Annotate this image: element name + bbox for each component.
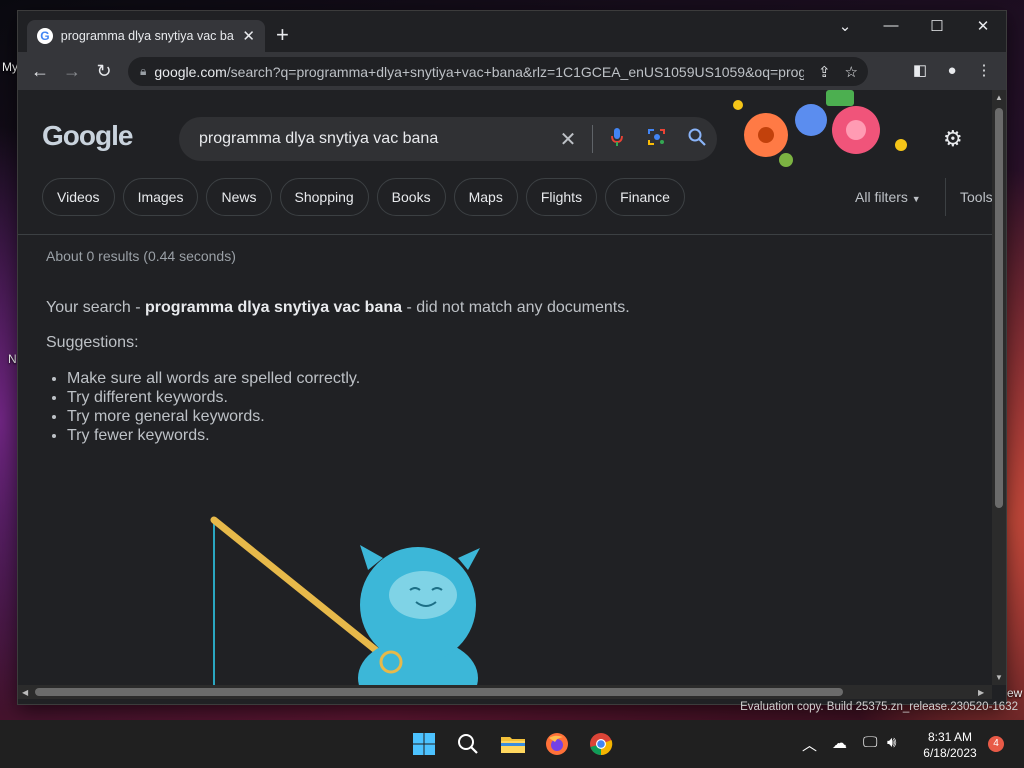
clear-search-button[interactable]: ✕: [548, 127, 588, 152]
clock-date: 6/18/2023: [923, 746, 977, 760]
search-submit-button[interactable]: [677, 127, 717, 152]
side-panel-button[interactable]: ◧: [908, 60, 932, 82]
volume-icon[interactable]: 🔊︎: [887, 734, 896, 751]
windows-start-button[interactable]: [409, 729, 439, 759]
chip-maps[interactable]: Maps: [453, 178, 518, 216]
network-icon[interactable]: 🖵︎: [863, 734, 877, 751]
chrome-button[interactable]: [586, 729, 616, 759]
chip-books[interactable]: Books: [376, 178, 446, 216]
list-item: Try different keywords.: [67, 388, 360, 407]
chrome-window: G programma dlya snytiya vac bana - Goog…: [18, 11, 1006, 704]
close-window-button[interactable]: ✕: [968, 17, 998, 35]
list-item: Try more general keywords.: [67, 407, 360, 426]
taskbar-search-icon: [458, 734, 478, 754]
doodle-flowers-decoration[interactable]: [726, 90, 926, 170]
lock-icon[interactable]: 🔒︎: [140, 64, 146, 79]
firefox-button[interactable]: [542, 729, 572, 759]
no-results-query: programma dlya snytiya vac bana: [145, 299, 403, 316]
reload-button[interactable]: ↻: [92, 60, 116, 82]
share-icon[interactable]: ⇪: [818, 63, 831, 81]
search-box[interactable]: programma dlya snytiya vac bana ✕: [179, 117, 717, 161]
all-filters-label: All filters: [855, 189, 908, 205]
search-input[interactable]: programma dlya snytiya vac bana: [199, 130, 548, 148]
scroll-right-arrow-icon[interactable]: ▶: [978, 688, 984, 697]
chip-shopping[interactable]: Shopping: [279, 178, 369, 216]
scroll-down-arrow-icon[interactable]: ▼: [995, 673, 1003, 682]
search-box-divider: [592, 125, 593, 153]
google-logo-doodle[interactable]: Google: [42, 120, 133, 152]
no-results-prefix: Your search -: [46, 299, 146, 316]
file-explorer-icon: [501, 737, 525, 753]
scroll-up-arrow-icon[interactable]: ▲: [995, 93, 1003, 102]
no-results-message: Your search - programma dlya snytiya vac…: [46, 299, 630, 317]
notification-badge[interactable]: 4: [988, 736, 1004, 752]
voice-search-button[interactable]: [597, 127, 637, 152]
lens-search-button[interactable]: [637, 127, 677, 152]
all-filters-button[interactable]: All filters ▼: [855, 189, 921, 205]
profile-button[interactable]: ●: [940, 60, 964, 82]
chip-videos[interactable]: Videos: [42, 178, 115, 216]
chrome-icon: [590, 733, 613, 756]
file-explorer-button[interactable]: [498, 729, 528, 759]
google-favicon-icon: G: [37, 28, 53, 44]
list-item: Make sure all words are spelled correctl…: [67, 369, 360, 388]
tab-search-chevron-down-icon[interactable]: ⌄: [830, 17, 860, 35]
horizontal-scroll-thumb[interactable]: [35, 688, 843, 696]
url-path: /search?q=programma+dlya+snytiya+vac+ban…: [226, 63, 804, 80]
no-results-suffix: - did not match any documents.: [402, 299, 630, 316]
tray-chevron-up-icon[interactable]: ︿: [802, 734, 817, 755]
result-stats: About 0 results (0.44 seconds): [46, 248, 236, 264]
url-host: google.com: [154, 63, 227, 80]
clock-time: 8:31 AM: [927, 730, 973, 744]
firefox-icon: [546, 733, 568, 755]
vertical-scrollbar[interactable]: ▲ ▼: [992, 90, 1006, 685]
page-content: Google programma dlya snytiya vac bana ✕…: [18, 90, 992, 685]
taskbar-clock[interactable]: 8:31 AM 6/18/2023: [915, 729, 985, 761]
settings-gear-icon[interactable]: ⚙: [943, 126, 963, 152]
caret-down-icon: ▼: [911, 194, 921, 204]
scroll-left-arrow-icon[interactable]: ◀: [22, 688, 28, 697]
evaluation-watermark: Evaluation copy. Build 25375.zn_release.…: [740, 701, 1018, 713]
horizontal-scrollbar[interactable]: ◀ ▶: [18, 685, 992, 699]
back-button[interactable]: ←: [28, 60, 52, 82]
tab-google-search[interactable]: G programma dlya snytiya vac bana - Goog…: [27, 20, 265, 52]
search-filter-chips: Videos Images News Shopping Books Maps F…: [42, 178, 685, 216]
chip-images[interactable]: Images: [122, 178, 199, 216]
chip-flights[interactable]: Flights: [525, 178, 598, 216]
chip-news[interactable]: News: [206, 178, 272, 216]
tab-strip: G programma dlya snytiya vac bana - Goog…: [18, 11, 1006, 52]
header-divider: [18, 234, 992, 235]
close-tab-icon[interactable]: ✕: [242, 27, 255, 45]
desktop-icon-label[interactable]: ew: [1007, 686, 1022, 700]
windows-start-icon: [413, 733, 435, 755]
fishing-monster-illustration: [210, 516, 480, 685]
desktop-icon-label[interactable]: My: [2, 60, 18, 74]
address-bar[interactable]: 🔒︎ google.com/search?q=programma+dlya+sn…: [128, 57, 868, 86]
minimize-button[interactable]: —: [876, 17, 906, 34]
vertical-scroll-thumb[interactable]: [995, 108, 1003, 508]
bookmark-star-icon[interactable]: ☆: [845, 63, 858, 81]
list-item: Try fewer keywords.: [67, 426, 360, 445]
forward-button[interactable]: →: [60, 60, 84, 82]
mic-icon: [611, 127, 623, 146]
taskbar-search-button[interactable]: [453, 729, 483, 759]
more-menu-button[interactable]: ⋮: [972, 60, 996, 82]
url-text[interactable]: google.com/search?q=programma+dlya+snyti…: [154, 64, 804, 80]
search-icon: [688, 128, 706, 146]
taskbar: ︿ ☁ 🖵︎ 🔊︎ 8:31 AM 6/18/2023 4: [0, 720, 1024, 768]
suggestions-heading: Suggestions:: [46, 334, 139, 351]
maximize-button[interactable]: ☐: [922, 17, 952, 35]
onedrive-icon[interactable]: ☁: [832, 734, 847, 752]
tab-title: programma dlya snytiya vac bana - Google…: [60, 29, 235, 43]
tools-button[interactable]: Tools: [945, 178, 992, 216]
new-tab-button[interactable]: +: [276, 23, 289, 47]
chip-finance[interactable]: Finance: [605, 178, 685, 216]
desktop-icon-label[interactable]: N: [8, 352, 17, 366]
suggestions-list: Make sure all words are spelled correctl…: [46, 369, 360, 445]
lens-icon: [648, 128, 665, 145]
browser-toolbar: ← → ↻ 🔒︎ google.com/search?q=programma+d…: [18, 52, 1006, 90]
